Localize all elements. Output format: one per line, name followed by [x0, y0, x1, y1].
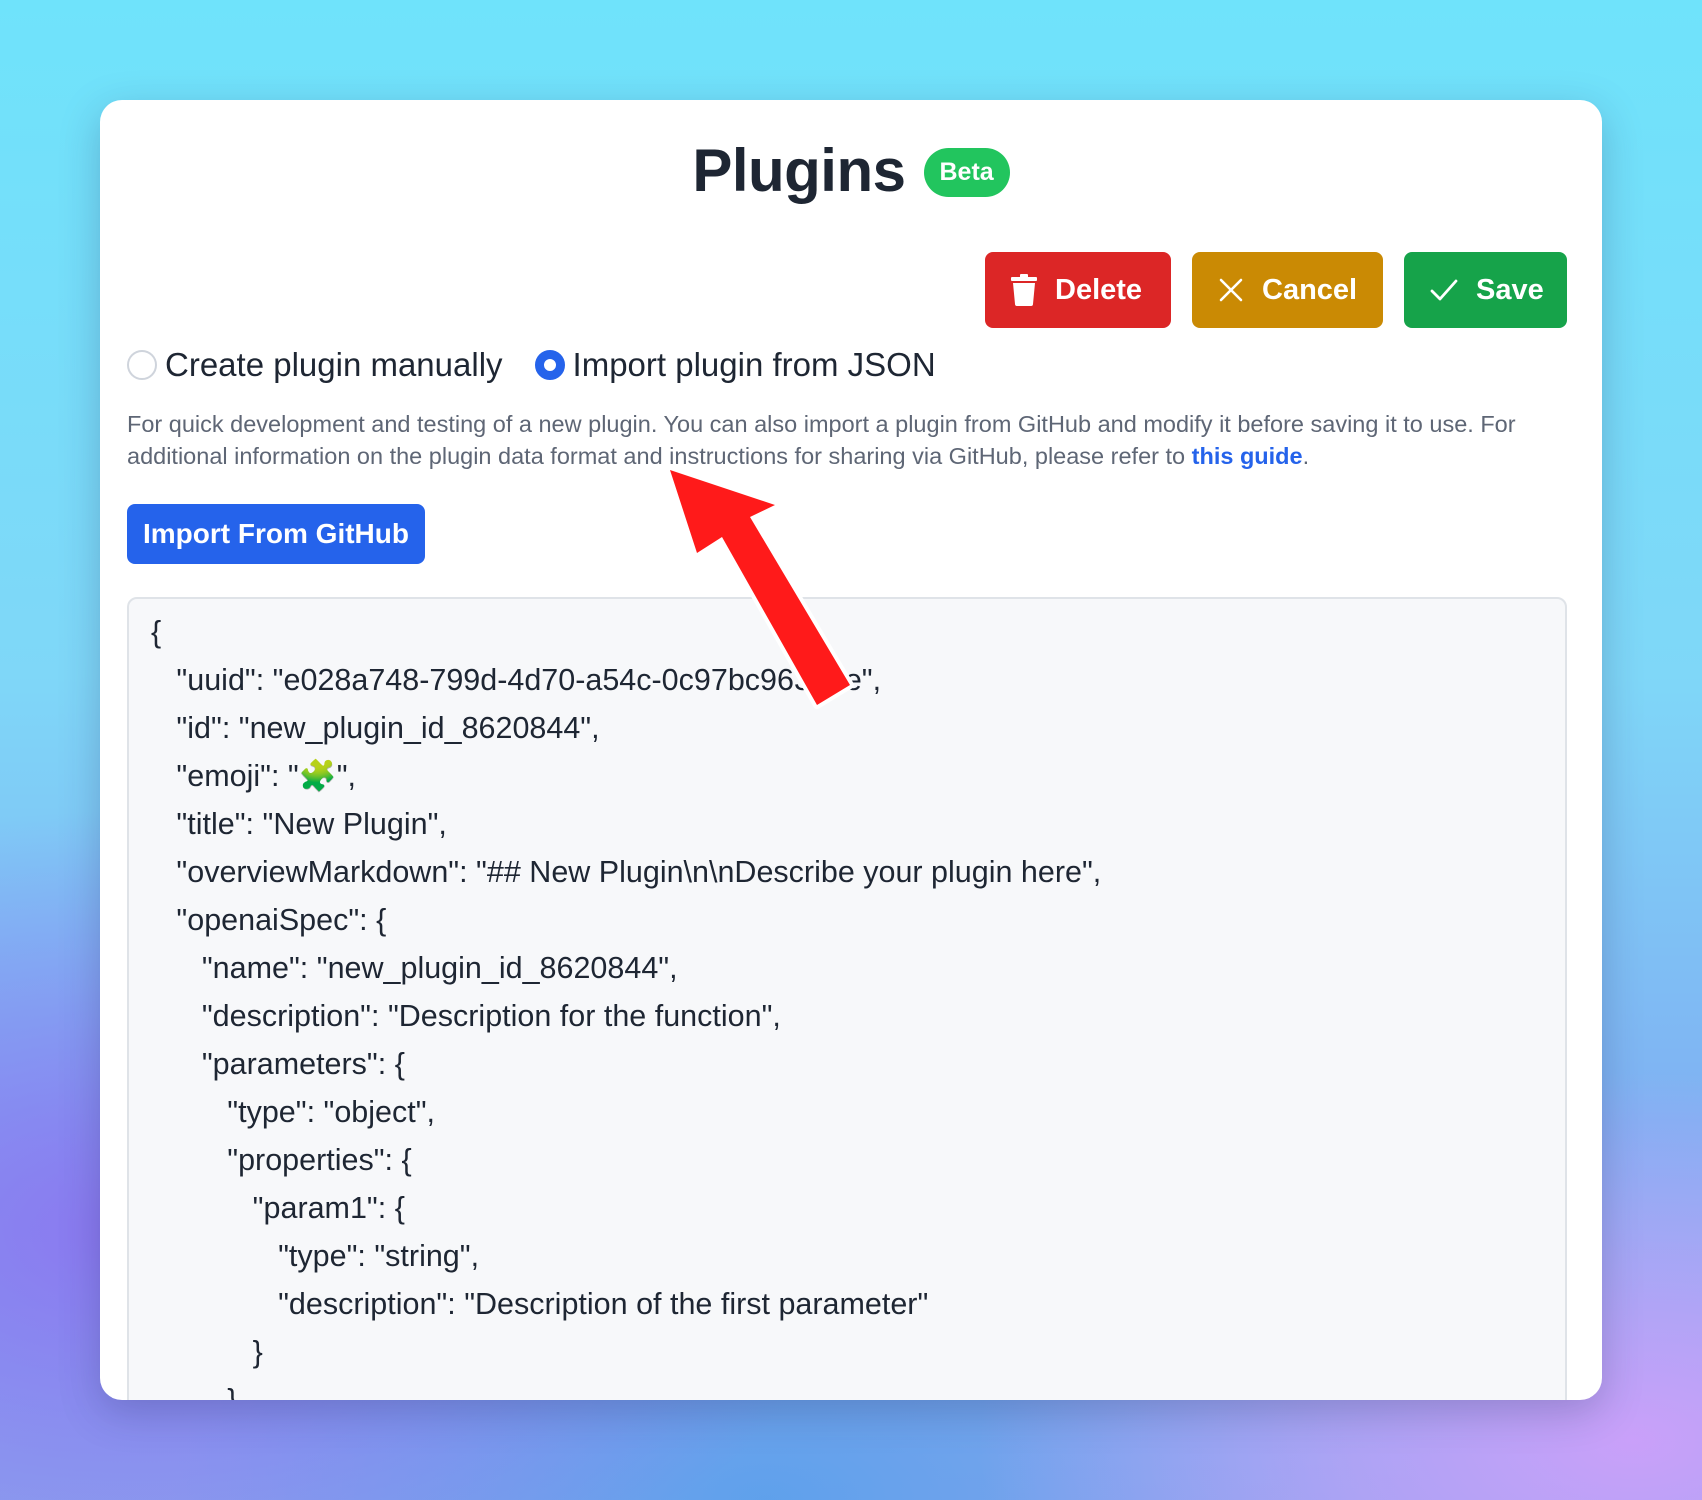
code-line: "title": "New Plugin", — [151, 807, 447, 841]
help-suffix: . — [1302, 443, 1310, 469]
code-line: "parameters": { — [151, 1047, 405, 1081]
code-line: "id": "new_plugin_id_8620844", — [151, 711, 600, 745]
close-icon — [1218, 277, 1244, 303]
trash-icon — [1011, 274, 1037, 306]
beta-badge: Beta — [923, 148, 1010, 197]
code-line: "properties": { — [151, 1143, 412, 1177]
cancel-button[interactable]: Cancel — [1192, 252, 1383, 328]
delete-button[interactable]: Delete — [985, 252, 1171, 328]
help-text: For quick development and testing of a n… — [127, 408, 1587, 472]
radio-import-json-label: Import plugin from JSON — [572, 346, 936, 383]
json-code-editor[interactable]: { "uuid": "e028a748-799d-4d70-a54c-0c97b… — [127, 597, 1567, 1400]
toolbar: Delete Cancel Save — [985, 252, 1567, 328]
save-button[interactable]: Save — [1404, 252, 1567, 328]
code-line: "name": "new_plugin_id_8620844", — [151, 951, 678, 985]
code-line: { — [151, 615, 162, 649]
check-icon — [1430, 279, 1458, 301]
code-line: } — [151, 1383, 238, 1400]
code-line: "description": "Description of the first… — [151, 1287, 929, 1321]
radio-import-json[interactable]: Import plugin from JSON — [534, 346, 936, 384]
title-row: Plugins Beta — [100, 136, 1602, 205]
save-label: Save — [1476, 273, 1544, 306]
radio-unchecked-icon[interactable] — [127, 350, 157, 380]
guide-link[interactable]: this guide — [1192, 443, 1303, 469]
code-line: "overviewMarkdown": "## New Plugin\n\nDe… — [151, 855, 1102, 889]
code-line: "type": "string", — [151, 1239, 480, 1273]
code-line: } — [151, 1335, 263, 1369]
code-line: "openaiSpec": { — [151, 903, 387, 937]
code-line: "param1": { — [151, 1191, 405, 1225]
code-line: "uuid": "e028a748-799d-4d70-a54c-0c97bc9… — [151, 663, 882, 697]
delete-label: Delete — [1055, 273, 1143, 306]
code-line: "emoji": "🧩", — [151, 759, 357, 793]
import-from-github-button[interactable]: Import From GitHub — [127, 504, 425, 564]
radio-checked-icon[interactable] — [534, 350, 565, 380]
cancel-label: Cancel — [1262, 273, 1358, 306]
code-line: "description": "Description for the func… — [151, 999, 781, 1033]
radio-create-manually-label: Create plugin manually — [165, 346, 503, 383]
plugin-editor-window: Plugins Beta Delete Cancel Save Create p… — [100, 100, 1602, 1400]
radio-create-manually[interactable]: Create plugin manually — [127, 346, 503, 384]
code-line: "type": "object", — [151, 1095, 436, 1129]
page-title: Plugins — [692, 137, 906, 204]
plugin-mode-selector: Create plugin manually Import plugin fro… — [127, 346, 936, 384]
